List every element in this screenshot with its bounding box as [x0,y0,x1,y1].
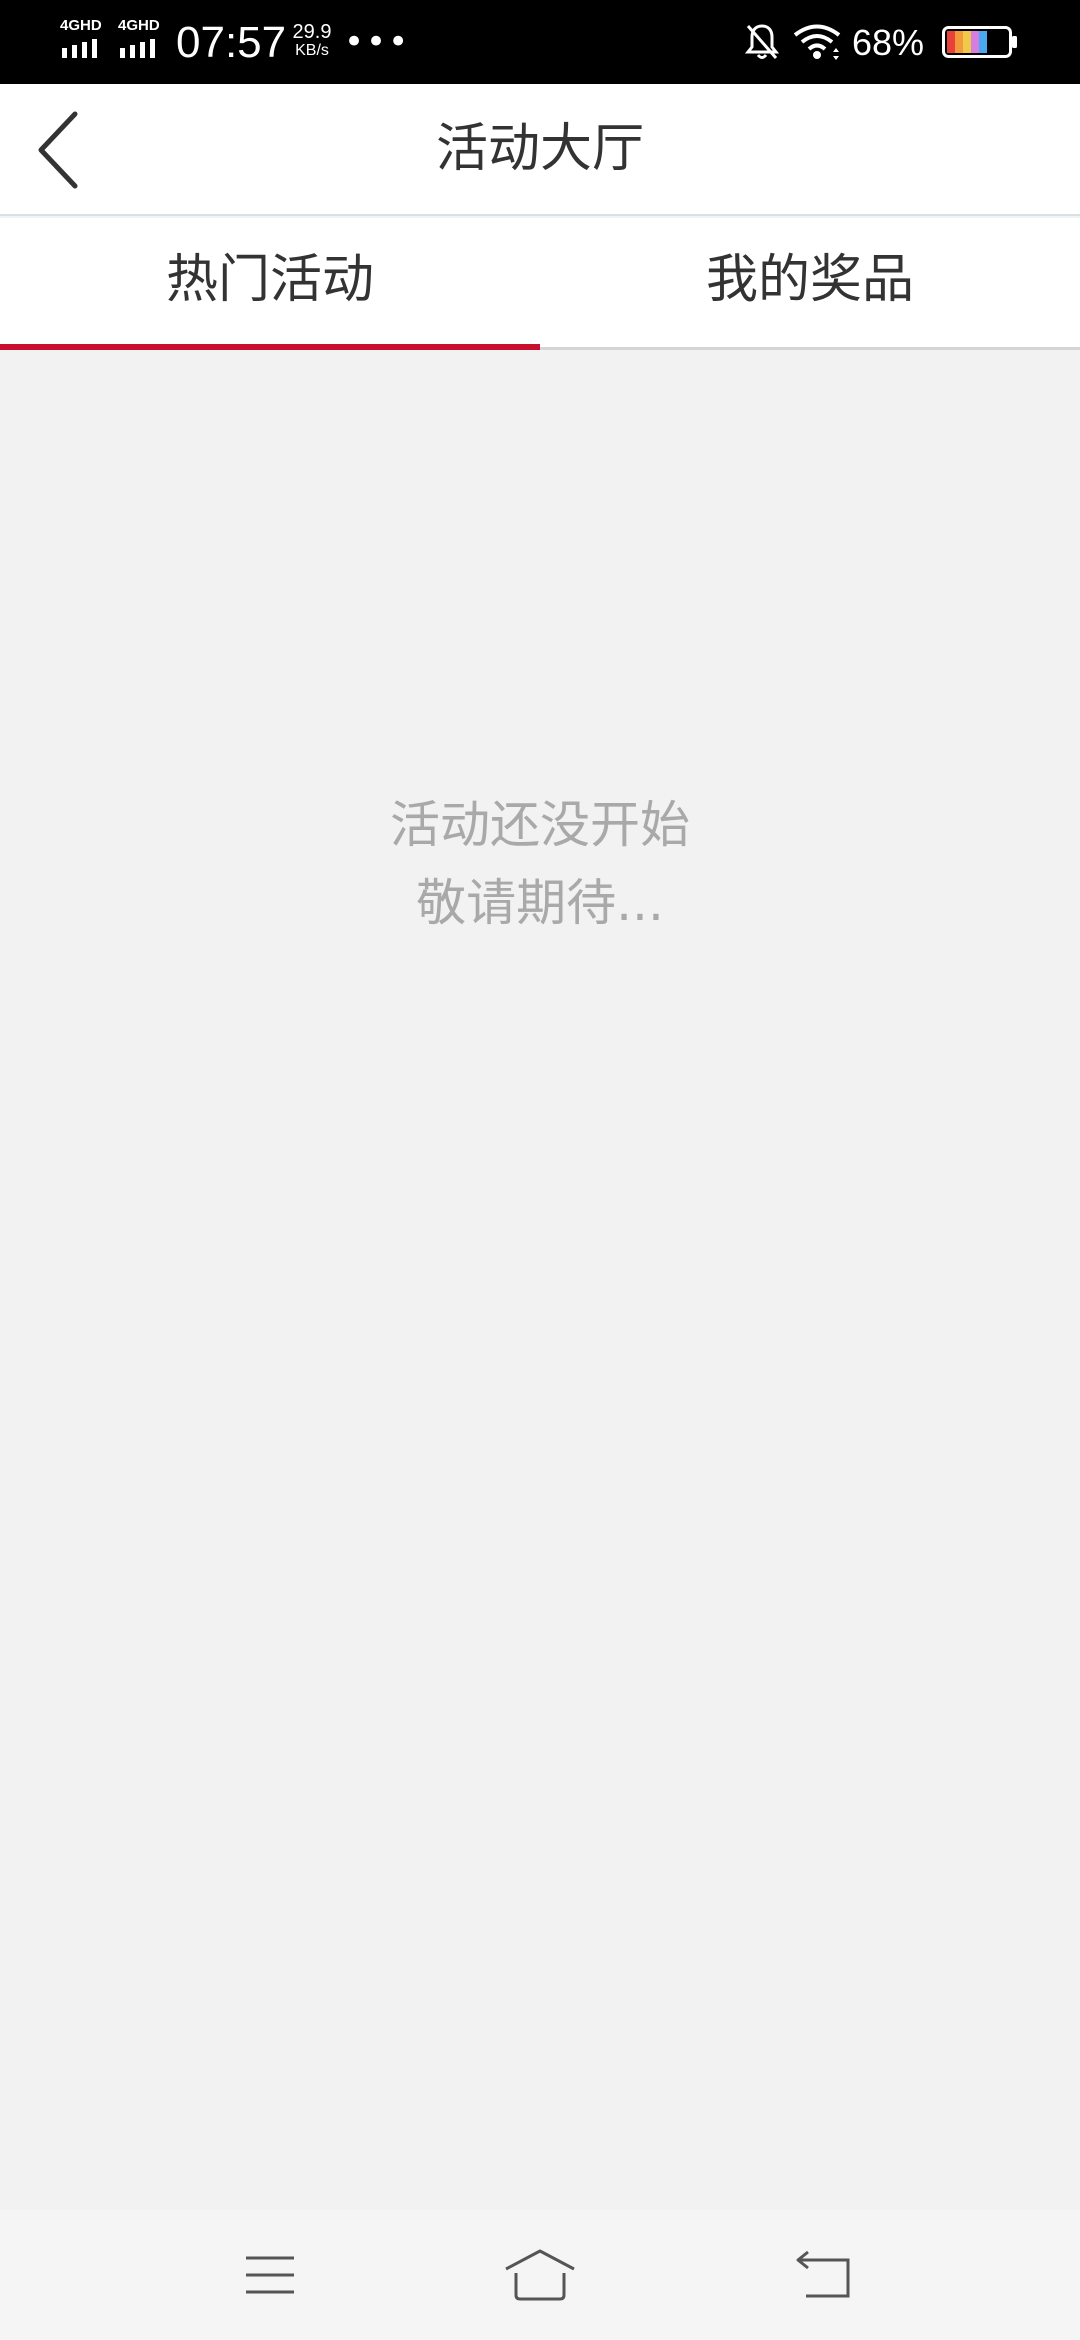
network-type-2: 4GHD [118,17,160,34]
bell-off-icon [744,24,780,59]
system-nav-bar [0,2210,1080,2340]
signal-icon [62,39,97,58]
signal-icon [120,39,155,58]
signal-2: 4GHD [118,18,170,60]
tab-my-prizes[interactable]: 我的奖品 [540,218,1080,347]
network-speed-value: 29.9 [292,21,332,43]
app-header: 活动大厅 [0,84,1080,216]
wifi-icon [793,24,841,60]
empty-state-line-2: 敬请期待... [416,874,664,932]
menu-button[interactable] [230,2240,310,2310]
back-nav-button[interactable] [784,2240,864,2310]
battery-percent: 68% [852,22,925,63]
tab-hot-activities[interactable]: 热门活动 [0,218,540,350]
page-title: 活动大厅 [435,119,644,179]
clock: 07:57 [176,18,287,67]
tab-bar: 热门活动 我的奖品 [0,218,1080,350]
home-button[interactable] [500,2240,580,2310]
empty-state-message: 活动还没开始 敬请期待... [0,786,1080,942]
network-speed-unit: KB/s [295,42,329,59]
signal-1: 4GHD [60,18,112,60]
network-type-1: 4GHD [60,17,102,34]
home-icon [505,2249,575,2301]
battery-icon [942,26,1017,58]
more-notifications-icon: ••• [344,22,411,62]
menu-icon [246,2256,294,2294]
activity-list: 活动还没开始 敬请期待... [0,350,1080,2210]
empty-state-line-1: 活动还没开始 [390,796,690,854]
back-icon [796,2250,850,2298]
status-bar: 4GHD 4GHD 07:57 29.9 KB/s ••• 68% [0,0,1080,84]
network-speed: 29.9 KB/s [286,22,338,60]
